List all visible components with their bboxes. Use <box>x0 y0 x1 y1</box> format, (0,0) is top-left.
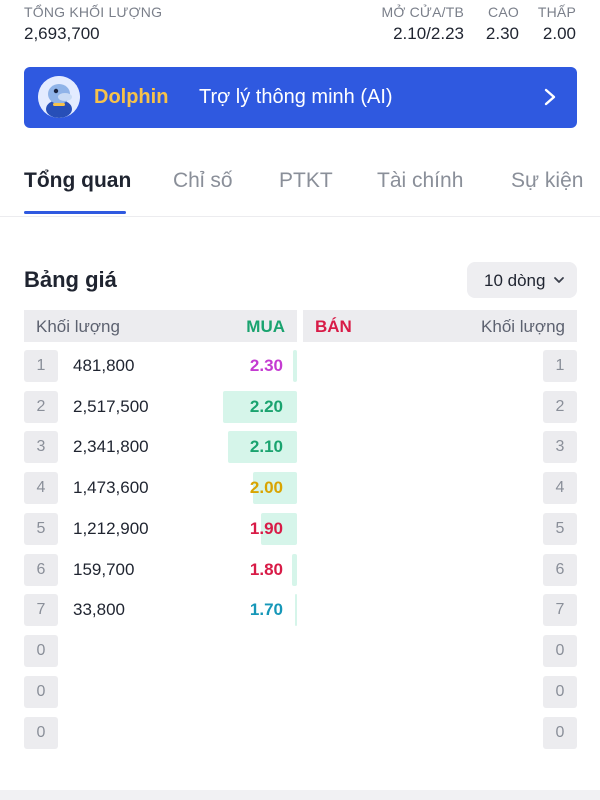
bid-row-index: 7 <box>24 594 58 626</box>
ask-row[interactable]: 3 <box>303 431 577 463</box>
bid-row-volume: 1,473,600 <box>73 478 149 497</box>
low-value: 2.00 <box>542 24 576 43</box>
bid-row[interactable]: 1 481,800 2.30 <box>24 350 297 382</box>
chevron-down-icon <box>554 277 564 283</box>
low-stat: THẤP 2.00 <box>538 4 576 44</box>
bid-row[interactable]: 0 <box>24 676 297 708</box>
high-label: CAO <box>488 4 519 20</box>
ask-row-index: 1 <box>543 350 577 382</box>
tab-financials[interactable]: Tài chính <box>377 169 463 193</box>
ask-volume-header: Khối lượng <box>481 317 565 336</box>
bid-row-volume: 2,517,500 <box>73 397 149 416</box>
bid-depth-bar <box>295 594 297 626</box>
ask-row-index: 2 <box>543 391 577 423</box>
bid-header-label: MUA <box>246 317 285 336</box>
dolphin-avatar-icon <box>38 76 80 118</box>
tab-bar: Tổng quan Chỉ số PTKT Tài chính Sự kiện <box>0 150 600 217</box>
bid-row-volume: 33,800 <box>73 600 125 619</box>
bid-row-volume: 159,700 <box>73 560 135 579</box>
bid-row[interactable]: 5 1,212,900 1.90 <box>24 513 297 545</box>
ask-row[interactable]: 6 <box>303 554 577 586</box>
bid-row[interactable]: 7 33,800 1.70 <box>24 594 297 626</box>
ask-row-index: 6 <box>543 554 577 586</box>
ask-row-index: 0 <box>543 676 577 708</box>
ask-row[interactable]: 4 <box>303 472 577 504</box>
bid-row-index: 3 <box>24 431 58 463</box>
ask-header: BÁN Khối lượng <box>303 310 577 342</box>
ask-row-index: 0 <box>543 717 577 749</box>
bid-row-volume: 481,800 <box>73 356 135 375</box>
rows-count-dropdown[interactable]: 10 dòng <box>467 262 577 298</box>
ask-row[interactable]: 2 <box>303 391 577 423</box>
bid-row-price: 1.80 <box>249 560 283 579</box>
rows-count-value: 10 dòng <box>484 271 546 290</box>
ask-row-index: 3 <box>543 431 577 463</box>
bid-row-index: 0 <box>24 635 58 667</box>
bid-row-index: 4 <box>24 472 58 504</box>
bid-row[interactable]: 2 2,517,500 2.20 <box>24 391 297 423</box>
order-book-title: Bảng giá <box>24 267 117 292</box>
bid-row-price: 1.70 <box>249 600 283 619</box>
banner-brand: Dolphin <box>94 86 169 108</box>
total-volume-stat: TỔNG KHỐI LƯỢNG 2,693,700 <box>24 4 162 44</box>
bid-row-index: 0 <box>24 676 58 708</box>
bid-row-price: 2.10 <box>249 437 283 456</box>
tab-events[interactable]: Sự kiện <box>511 169 583 193</box>
total-volume-value: 2,693,700 <box>24 24 100 43</box>
bid-row[interactable]: 6 159,700 1.80 <box>24 554 297 586</box>
bid-row[interactable]: 3 2,341,800 2.10 <box>24 431 297 463</box>
banner-text: Trợ lý thông minh (AI) <box>199 86 393 108</box>
low-label: THẤP <box>537 4 576 20</box>
ask-row[interactable]: 7 <box>303 594 577 626</box>
open-avg-label: MỞ CỬA/TB <box>381 4 464 20</box>
bid-header: Khối lượng MUA <box>24 310 297 342</box>
tab-overview[interactable]: Tổng quan <box>24 169 131 193</box>
open-avg-stat: MỞ CỬA/TB 2.10/2.23 <box>381 4 464 44</box>
bid-row[interactable]: 0 <box>24 635 297 667</box>
bid-row-volume: 2,341,800 <box>73 437 149 456</box>
bid-depth-bar <box>292 554 297 586</box>
ask-row-index: 5 <box>543 513 577 545</box>
ask-row[interactable]: 0 <box>303 635 577 667</box>
high-value: 2.30 <box>485 24 519 43</box>
ask-row-index: 4 <box>543 472 577 504</box>
total-volume-label: TỔNG KHỐI LƯỢNG <box>24 4 163 20</box>
bid-row-index: 1 <box>24 350 58 382</box>
high-stat: CAO 2.30 <box>486 4 519 44</box>
bid-row-price: 2.30 <box>249 356 283 375</box>
bid-row-volume: 1,212,900 <box>73 519 149 538</box>
bid-row-price: 2.00 <box>249 478 283 497</box>
bid-volume-header: Khối lượng <box>36 317 120 336</box>
bid-row-index: 0 <box>24 717 58 749</box>
market-stats: TỔNG KHỐI LƯỢNG 2,693,700 MỞ CỬA/TB 2.10… <box>0 0 600 50</box>
dolphin-ai-banner[interactable]: Dolphin Trợ lý thông minh (AI) <box>24 67 577 128</box>
active-tab-indicator <box>24 211 126 214</box>
bid-row[interactable]: 4 1,473,600 2.00 <box>24 472 297 504</box>
bid-row-index: 6 <box>24 554 58 586</box>
ask-header-label: BÁN <box>315 317 352 336</box>
ask-row[interactable]: 0 <box>303 717 577 749</box>
ask-row[interactable]: 5 <box>303 513 577 545</box>
tab-indicators[interactable]: Chỉ số <box>173 169 233 193</box>
ask-row-index: 7 <box>543 594 577 626</box>
bid-row-price: 1.90 <box>249 519 283 538</box>
open-avg-value: 2.10/2.23 <box>393 24 464 43</box>
bid-row-price: 2.20 <box>249 397 283 416</box>
bid-depth-bar <box>293 350 297 382</box>
bid-row[interactable]: 0 <box>24 717 297 749</box>
chevron-right-icon <box>544 88 556 106</box>
bid-row-index: 2 <box>24 391 58 423</box>
bottom-divider <box>0 790 600 800</box>
tab-technical-analysis[interactable]: PTKT <box>279 169 333 193</box>
ask-row[interactable]: 0 <box>303 676 577 708</box>
ask-row[interactable]: 1 <box>303 350 577 382</box>
bid-row-index: 5 <box>24 513 58 545</box>
ask-row-index: 0 <box>543 635 577 667</box>
